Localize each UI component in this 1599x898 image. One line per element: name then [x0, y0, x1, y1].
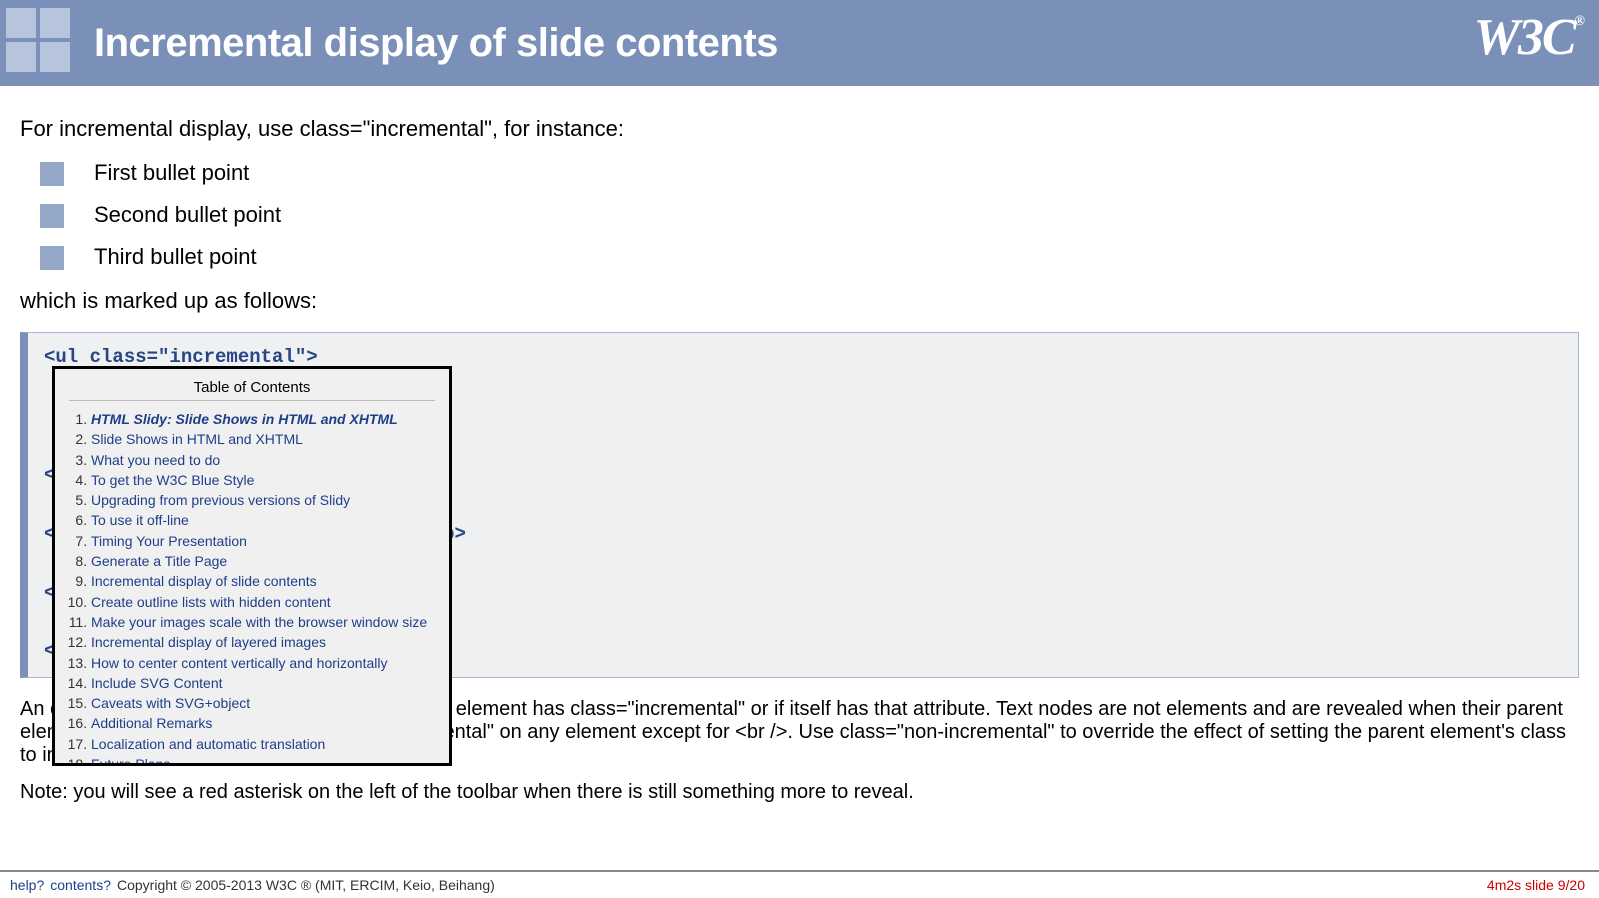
- toc-item-link[interactable]: Generate a Title Page: [91, 553, 227, 569]
- header-logo-squares: [6, 8, 76, 78]
- contents-link[interactable]: contents?: [50, 877, 111, 893]
- body-paragraph-2: Note: you will see a red asterisk on the…: [20, 781, 1579, 804]
- toc-item-link[interactable]: What you need to do: [91, 452, 220, 468]
- slide-counter: 4m2s slide 9/20: [1487, 877, 1585, 893]
- toc-item-link[interactable]: Include SVG Content: [91, 675, 223, 691]
- timer-text: 4m2s: [1487, 877, 1521, 893]
- toc-item[interactable]: Incremental display of layered images: [91, 632, 435, 652]
- toc-item[interactable]: Create outline lists with hidden content: [91, 592, 435, 612]
- toc-item[interactable]: Make your images scale with the browser …: [91, 612, 435, 632]
- toc-item-link[interactable]: Create outline lists with hidden content: [91, 594, 331, 610]
- toc-item-link[interactable]: Timing Your Presentation: [91, 533, 247, 549]
- toc-item-link[interactable]: Caveats with SVG+object: [91, 695, 250, 711]
- toc-item[interactable]: To use it off-line: [91, 510, 435, 530]
- toc-item-link[interactable]: To get the W3C Blue Style: [91, 472, 254, 488]
- toc-item[interactable]: Incremental display of slide contents: [91, 571, 435, 591]
- toc-list: HTML Slidy: Slide Shows in HTML and XHTM…: [69, 409, 435, 766]
- toc-item-link[interactable]: Additional Remarks: [91, 715, 212, 731]
- toc-item-link[interactable]: Incremental display of slide contents: [91, 573, 317, 589]
- toc-item[interactable]: Generate a Title Page: [91, 551, 435, 571]
- toc-item[interactable]: Timing Your Presentation: [91, 531, 435, 551]
- toc-item[interactable]: Localization and automatic translation: [91, 734, 435, 754]
- toc-item-link[interactable]: Localization and automatic translation: [91, 736, 325, 752]
- toc-item-link[interactable]: To use it off-line: [91, 512, 189, 528]
- toc-item[interactable]: Upgrading from previous versions of Slid…: [91, 490, 435, 510]
- toc-title: Table of Contents: [69, 379, 435, 396]
- toc-item-link[interactable]: HTML Slidy: Slide Shows in HTML and XHTM…: [91, 411, 398, 427]
- slide-current: 9: [1558, 877, 1566, 893]
- list-item: First bullet point: [40, 160, 1579, 186]
- followup-paragraph: which is marked up as follows:: [20, 288, 1579, 314]
- toc-divider: [69, 400, 435, 401]
- toc-item[interactable]: To get the W3C Blue Style: [91, 470, 435, 490]
- intro-paragraph: For incremental display, use class="incr…: [20, 116, 1579, 142]
- toc-item-link[interactable]: Upgrading from previous versions of Slid…: [91, 492, 350, 508]
- toc-item-link[interactable]: Slide Shows in HTML and XHTML: [91, 431, 303, 447]
- list-item: Second bullet point: [40, 202, 1579, 228]
- toc-item[interactable]: Include SVG Content: [91, 673, 435, 693]
- toc-item[interactable]: Future Plans: [91, 754, 435, 766]
- toc-item-link[interactable]: How to center content vertically and hor…: [91, 655, 387, 671]
- toc-item[interactable]: Additional Remarks: [91, 713, 435, 733]
- w3c-logo: W3C®: [1474, 8, 1583, 67]
- toc-item-link[interactable]: Make your images scale with the browser …: [91, 614, 427, 630]
- table-of-contents-popup[interactable]: Table of Contents HTML Slidy: Slide Show…: [52, 366, 452, 766]
- toc-item[interactable]: What you need to do: [91, 450, 435, 470]
- toc-item[interactable]: How to center content vertically and hor…: [91, 653, 435, 673]
- registered-mark: ®: [1575, 14, 1583, 29]
- slide-title: Incremental display of slide contents: [94, 23, 778, 63]
- copyright-text: Copyright © 2005-2013 W3C ® (MIT, ERCIM,…: [117, 877, 495, 893]
- slide-header: Incremental display of slide contents W3…: [0, 0, 1599, 86]
- toc-item-link[interactable]: Incremental display of layered images: [91, 634, 326, 650]
- slide-label: slide: [1525, 877, 1554, 893]
- slide-total: 20: [1569, 877, 1585, 893]
- w3c-logo-text: W3C: [1474, 9, 1575, 66]
- slide-footer: help? contents? Copyright © 2005-2013 W3…: [0, 870, 1599, 898]
- toc-item[interactable]: Slide Shows in HTML and XHTML: [91, 429, 435, 449]
- help-link[interactable]: help?: [10, 877, 44, 893]
- toc-item[interactable]: Caveats with SVG+object: [91, 693, 435, 713]
- toc-item-link[interactable]: Future Plans: [91, 756, 170, 766]
- incremental-bullet-list: First bullet point Second bullet point T…: [40, 160, 1579, 270]
- list-item: Third bullet point: [40, 244, 1579, 270]
- toc-item[interactable]: HTML Slidy: Slide Shows in HTML and XHTM…: [91, 409, 435, 429]
